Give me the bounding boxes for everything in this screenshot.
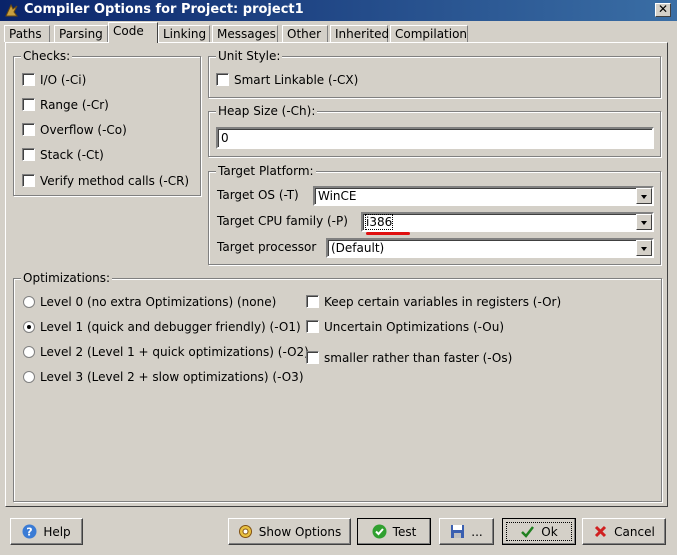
tab-label: Linking (163, 27, 207, 41)
target-processor-value: (Default) (331, 241, 385, 255)
check-overflow-checkbox[interactable] (22, 123, 35, 136)
chevron-down-icon[interactable] (636, 188, 652, 204)
target-processor-select[interactable]: (Default) (326, 238, 654, 258)
save-label: ... (471, 524, 483, 539)
tab-paths[interactable]: Paths (4, 25, 50, 42)
help-label: Help (43, 524, 71, 539)
check-range-label: Range (-Cr) (40, 98, 109, 112)
tab-label: Other (287, 27, 322, 41)
help-icon: ? (22, 524, 37, 539)
close-icon: ✕ (657, 2, 669, 16)
check-verify-method-calls-checkbox[interactable] (22, 174, 35, 187)
close-button[interactable]: ✕ (655, 3, 671, 17)
checks-group-title: Checks: (21, 49, 73, 63)
tab-messages[interactable]: Messages (212, 25, 278, 42)
target-os-select[interactable]: WinCE (313, 186, 654, 206)
target-cpu-value: i386 (364, 214, 394, 230)
optimizations-group-title: Optimizations: (21, 271, 113, 285)
tab-label: Inherited (335, 27, 390, 41)
show-options-button[interactable]: Show Options (228, 518, 351, 545)
tab-label: Code (113, 24, 144, 38)
level-3-label: Level 3 (Level 2 + slow optimizations) (… (40, 370, 304, 384)
heap-size-group-title: Heap Size (-Ch): (216, 104, 318, 118)
level-2-radio[interactable] (23, 346, 35, 358)
tab-label: Compilation (395, 27, 468, 41)
cancel-x-icon (593, 524, 608, 539)
app-icon (4, 3, 19, 18)
tab-label: Messages (217, 27, 276, 41)
show-options-icon (238, 524, 253, 539)
test-label: Test (392, 524, 417, 539)
window-title: Compiler Options for Project: project1 (24, 2, 304, 17)
test-button[interactable]: Test (357, 518, 431, 545)
chevron-down-icon[interactable] (636, 214, 652, 230)
check-stack-checkbox[interactable] (22, 148, 35, 161)
show-options-label: Show Options (258, 524, 342, 539)
checkmark-icon (520, 524, 535, 539)
uncertain-optimizations-label: Uncertain Optimizations (-Ou) (324, 320, 505, 334)
chevron-down-icon[interactable] (636, 240, 652, 256)
level-0-radio[interactable] (23, 296, 35, 308)
target-os-label: Target OS (-T) (217, 188, 299, 202)
tab-other[interactable]: Other (282, 25, 328, 42)
level-2-label: Level 2 (Level 1 + quick optimizations) … (40, 345, 309, 359)
check-overflow-label: Overflow (-Co) (40, 123, 127, 137)
uncertain-optimizations-checkbox[interactable] (306, 320, 319, 333)
ok-label: Ok (541, 524, 558, 539)
level-3-radio[interactable] (23, 371, 35, 383)
target-processor-label: Target processor (217, 240, 317, 254)
radio-selected-dot (27, 325, 31, 329)
target-os-value: WinCE (318, 189, 357, 203)
tab-compilation[interactable]: Compilation (390, 25, 468, 42)
check-io-label: I/O (-Ci) (40, 73, 87, 87)
save-button[interactable]: ... (439, 518, 494, 545)
level-0-label: Level 0 (no extra Optimizations) (none) (40, 295, 277, 309)
check-io-checkbox[interactable] (22, 73, 35, 86)
target-platform-group-title: Target Platform: (216, 164, 316, 178)
check-range-checkbox[interactable] (22, 98, 35, 111)
cancel-label: Cancel (614, 524, 655, 539)
level-1-radio[interactable] (23, 321, 35, 333)
check-verify-method-calls-label: Verify method calls (-CR) (40, 174, 190, 188)
smart-linkable-label: Smart Linkable (-CX) (234, 73, 359, 87)
tab-inherited[interactable]: Inherited (330, 25, 390, 42)
target-cpu-label: Target CPU family (-P) (217, 214, 348, 228)
keep-registers-checkbox[interactable] (306, 295, 319, 308)
tab-code[interactable]: Code (108, 22, 158, 43)
tab-parsing[interactable]: Parsing (54, 25, 108, 42)
smaller-rather-faster-label: smaller rather than faster (-Os) (324, 351, 513, 365)
keep-registers-label: Keep certain variables in registers (-Or… (324, 295, 562, 309)
smaller-rather-faster-checkbox[interactable] (306, 351, 319, 364)
optimizations-group: Optimizations: (13, 271, 662, 502)
tab-label: Paths (9, 27, 42, 41)
target-cpu-select[interactable]: i386 (361, 212, 654, 232)
title-bar: Compiler Options for Project: project1 ✕ (0, 0, 677, 21)
floppy-disk-icon (450, 524, 465, 539)
help-button[interactable]: ? Help (10, 518, 83, 545)
tab-linking[interactable]: Linking (158, 25, 210, 42)
unit-style-group-title: Unit Style: (216, 49, 283, 63)
level-1-label: Level 1 (quick and debugger friendly) (-… (40, 320, 301, 334)
smart-linkable-checkbox[interactable] (216, 73, 229, 86)
check-stack-label: Stack (-Ct) (40, 148, 104, 162)
annotation-underline (366, 232, 410, 235)
checkmark-circle-icon (372, 524, 387, 539)
cancel-button[interactable]: Cancel (582, 518, 666, 545)
svg-text:?: ? (27, 526, 33, 539)
tab-label: Parsing (59, 27, 103, 41)
ok-button[interactable]: Ok (502, 518, 576, 545)
heap-size-input[interactable]: 0 (216, 127, 654, 149)
